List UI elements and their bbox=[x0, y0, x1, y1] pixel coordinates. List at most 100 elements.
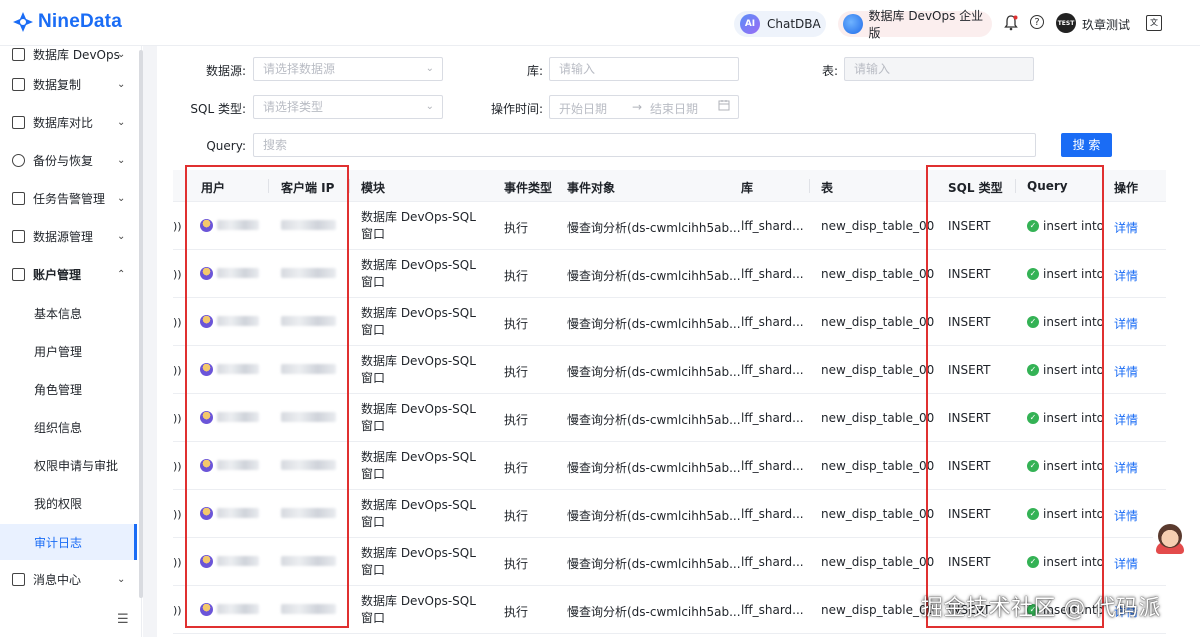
detail-link[interactable]: 详情 bbox=[1114, 315, 1138, 332]
optime-label: 操作时间: bbox=[490, 102, 543, 116]
event-object-cell: 慢查询分析(ds-cwmlcihh5ab... bbox=[567, 605, 741, 619]
table-cell: new_disp_table_00 bbox=[821, 315, 935, 329]
chevron-down-icon: ⌄ bbox=[117, 116, 126, 128]
sidebar-sub-org[interactable]: 组织信息 bbox=[0, 409, 137, 445]
sqltype-placeholder: 请选择类型 bbox=[263, 100, 324, 114]
event-object-cell: 慢查询分析(ds-cwmlcihh5ab... bbox=[567, 365, 741, 379]
query-search-input[interactable]: 搜索 bbox=[253, 133, 1036, 157]
edition-badge[interactable]: 数据库 DevOps 企业版 bbox=[838, 9, 992, 40]
db-cell: lff_shard... bbox=[741, 315, 804, 329]
event-object-cell: 慢查询分析(ds-cwmlcihh5ab... bbox=[567, 269, 741, 283]
db-placeholder: 请输入 bbox=[559, 62, 596, 76]
sidebar-item-messages[interactable]: 消息中心 ⌄ bbox=[0, 561, 137, 597]
column-header-module[interactable]: 模块 bbox=[361, 179, 385, 196]
db-cell: lff_shard... bbox=[741, 267, 804, 281]
copy-icon bbox=[12, 77, 25, 91]
column-header-event-type[interactable]: 事件类型 bbox=[504, 179, 552, 196]
sidebar-item-account[interactable]: 账户管理 ⌃ bbox=[0, 256, 137, 292]
sidebar-sub-roles[interactable]: 角色管理 bbox=[0, 371, 137, 407]
detail-link[interactable]: 详情 bbox=[1114, 267, 1138, 284]
db-input[interactable]: 请输入 bbox=[549, 57, 739, 81]
sidebar-item-alarm[interactable]: 任务告警管理 ⌄ bbox=[0, 180, 137, 216]
query-placeholder: 搜索 bbox=[263, 138, 288, 152]
sidebar-item-compare[interactable]: 数据库对比 ⌄ bbox=[0, 104, 137, 140]
event-object-cell: 慢查询分析(ds-cwmlcihh5ab... bbox=[567, 317, 741, 331]
nine-data-logo[interactable]: NineData bbox=[12, 11, 122, 33]
avatar[interactable]: TEST bbox=[1056, 13, 1076, 33]
sidebar-item-label: 账户管理 bbox=[33, 267, 82, 282]
truncated-cell: )) bbox=[173, 460, 182, 473]
sidebar-sub-permission-request[interactable]: 权限申请与审批 bbox=[0, 447, 137, 483]
search-button[interactable]: 搜 索 bbox=[1061, 133, 1112, 157]
globe-icon bbox=[843, 14, 863, 34]
module-cell: 数据库 DevOps-SQL 窗口 bbox=[361, 402, 476, 433]
chatdba-button[interactable]: AI ChatDBA bbox=[734, 11, 826, 37]
sidebar-item-label: 数据库对比 bbox=[33, 115, 94, 130]
detail-link[interactable]: 详情 bbox=[1114, 363, 1138, 380]
truncated-cell: )) bbox=[173, 268, 182, 281]
event-type-cell: 执行 bbox=[504, 221, 529, 235]
datasource-label: 数据源: bbox=[205, 64, 246, 78]
backup-icon bbox=[12, 153, 25, 167]
detail-link[interactable]: 详情 bbox=[1114, 459, 1138, 476]
truncated-cell: )) bbox=[173, 412, 182, 425]
table-cell: new_disp_table_00 bbox=[821, 363, 935, 377]
truncated-cell: )) bbox=[173, 604, 182, 617]
top-header: NineData AI ChatDBA 数据库 DevOps 企业版 ? TES… bbox=[0, 0, 1200, 46]
user-name[interactable]: 玖章测试 bbox=[1082, 16, 1130, 33]
date-range-picker[interactable]: 开始日期 → 结束日期 bbox=[549, 95, 739, 119]
sqltype-select[interactable]: 请选择类型 ⌄ bbox=[253, 95, 443, 119]
collapse-sidebar-icon[interactable]: ☰ bbox=[117, 612, 129, 627]
detail-link[interactable]: 详情 bbox=[1114, 507, 1138, 524]
sidebar-sub-basic-info[interactable]: 基本信息 bbox=[0, 295, 137, 331]
table-cell: new_disp_table_00 bbox=[821, 219, 935, 233]
table-label: 表: bbox=[821, 64, 838, 78]
chevron-down-icon: ⌄ bbox=[117, 48, 126, 60]
nine-data-logo-icon bbox=[13, 12, 33, 32]
detail-link[interactable]: 详情 bbox=[1114, 555, 1138, 572]
chevron-down-icon: ⌄ bbox=[117, 573, 126, 585]
sidebar-item-datasource[interactable]: 数据源管理 ⌄ bbox=[0, 218, 137, 254]
event-type-cell: 执行 bbox=[504, 365, 529, 379]
sidebar-sub-audit-log[interactable]: 审计日志 bbox=[0, 524, 137, 560]
table-cell: new_disp_table_00 bbox=[821, 411, 935, 425]
chevron-down-icon: ⌄ bbox=[117, 154, 126, 166]
event-object-cell: 慢查询分析(ds-cwmlcihh5ab... bbox=[567, 461, 741, 475]
help-icon[interactable]: ? bbox=[1030, 15, 1044, 29]
column-header-table[interactable]: 表 bbox=[821, 179, 833, 196]
detail-link[interactable]: 详情 bbox=[1114, 411, 1138, 428]
event-type-cell: 执行 bbox=[504, 317, 529, 331]
highlight-box-user-ip bbox=[185, 165, 349, 628]
table-input[interactable]: 请输入 bbox=[844, 57, 1034, 81]
datasource-select[interactable]: 请选择数据源 ⌄ bbox=[253, 57, 443, 81]
module-cell: 数据库 DevOps-SQL 窗口 bbox=[361, 546, 476, 577]
truncated-cell: )) bbox=[173, 364, 182, 377]
highlight-box-sql-query bbox=[926, 165, 1104, 628]
assistant-face bbox=[1158, 524, 1182, 548]
assistant-avatar[interactable] bbox=[1153, 520, 1187, 554]
sidebar-item-replication[interactable]: 数据复制 ⌄ bbox=[0, 66, 137, 102]
sidebar-item-backup[interactable]: 备份与恢复 ⌄ bbox=[0, 142, 137, 178]
devops-icon bbox=[12, 47, 25, 61]
column-header-db[interactable]: 库 bbox=[741, 179, 753, 196]
column-header-event-object[interactable]: 事件对象 bbox=[567, 179, 615, 196]
sidebar-sub-label: 我的权限 bbox=[34, 496, 83, 511]
module-cell: 数据库 DevOps-SQL 窗口 bbox=[361, 354, 476, 385]
datasource-placeholder: 请选择数据源 bbox=[263, 62, 336, 76]
table-cell: new_disp_table_00 bbox=[821, 459, 935, 473]
column-header-action[interactable]: 操作 bbox=[1114, 179, 1138, 196]
event-type-cell: 执行 bbox=[504, 413, 529, 427]
bell-icon[interactable] bbox=[1003, 15, 1019, 31]
sidebar-sub-users[interactable]: 用户管理 bbox=[0, 333, 137, 369]
sidebar-sub-my-permissions[interactable]: 我的权限 bbox=[0, 485, 137, 521]
detail-link[interactable]: 详情 bbox=[1114, 219, 1138, 236]
ai-icon: AI bbox=[740, 14, 760, 34]
module-cell: 数据库 DevOps-SQL 窗口 bbox=[361, 258, 476, 289]
sidebar-item-label: 数据复制 bbox=[33, 77, 82, 92]
datasource-icon bbox=[12, 229, 25, 243]
query-label: Query: bbox=[206, 139, 246, 153]
event-type-cell: 执行 bbox=[504, 461, 529, 475]
column-separator bbox=[349, 179, 350, 193]
language-icon[interactable]: 文 bbox=[1146, 15, 1162, 31]
sidebar-sub-label: 基本信息 bbox=[34, 306, 83, 321]
